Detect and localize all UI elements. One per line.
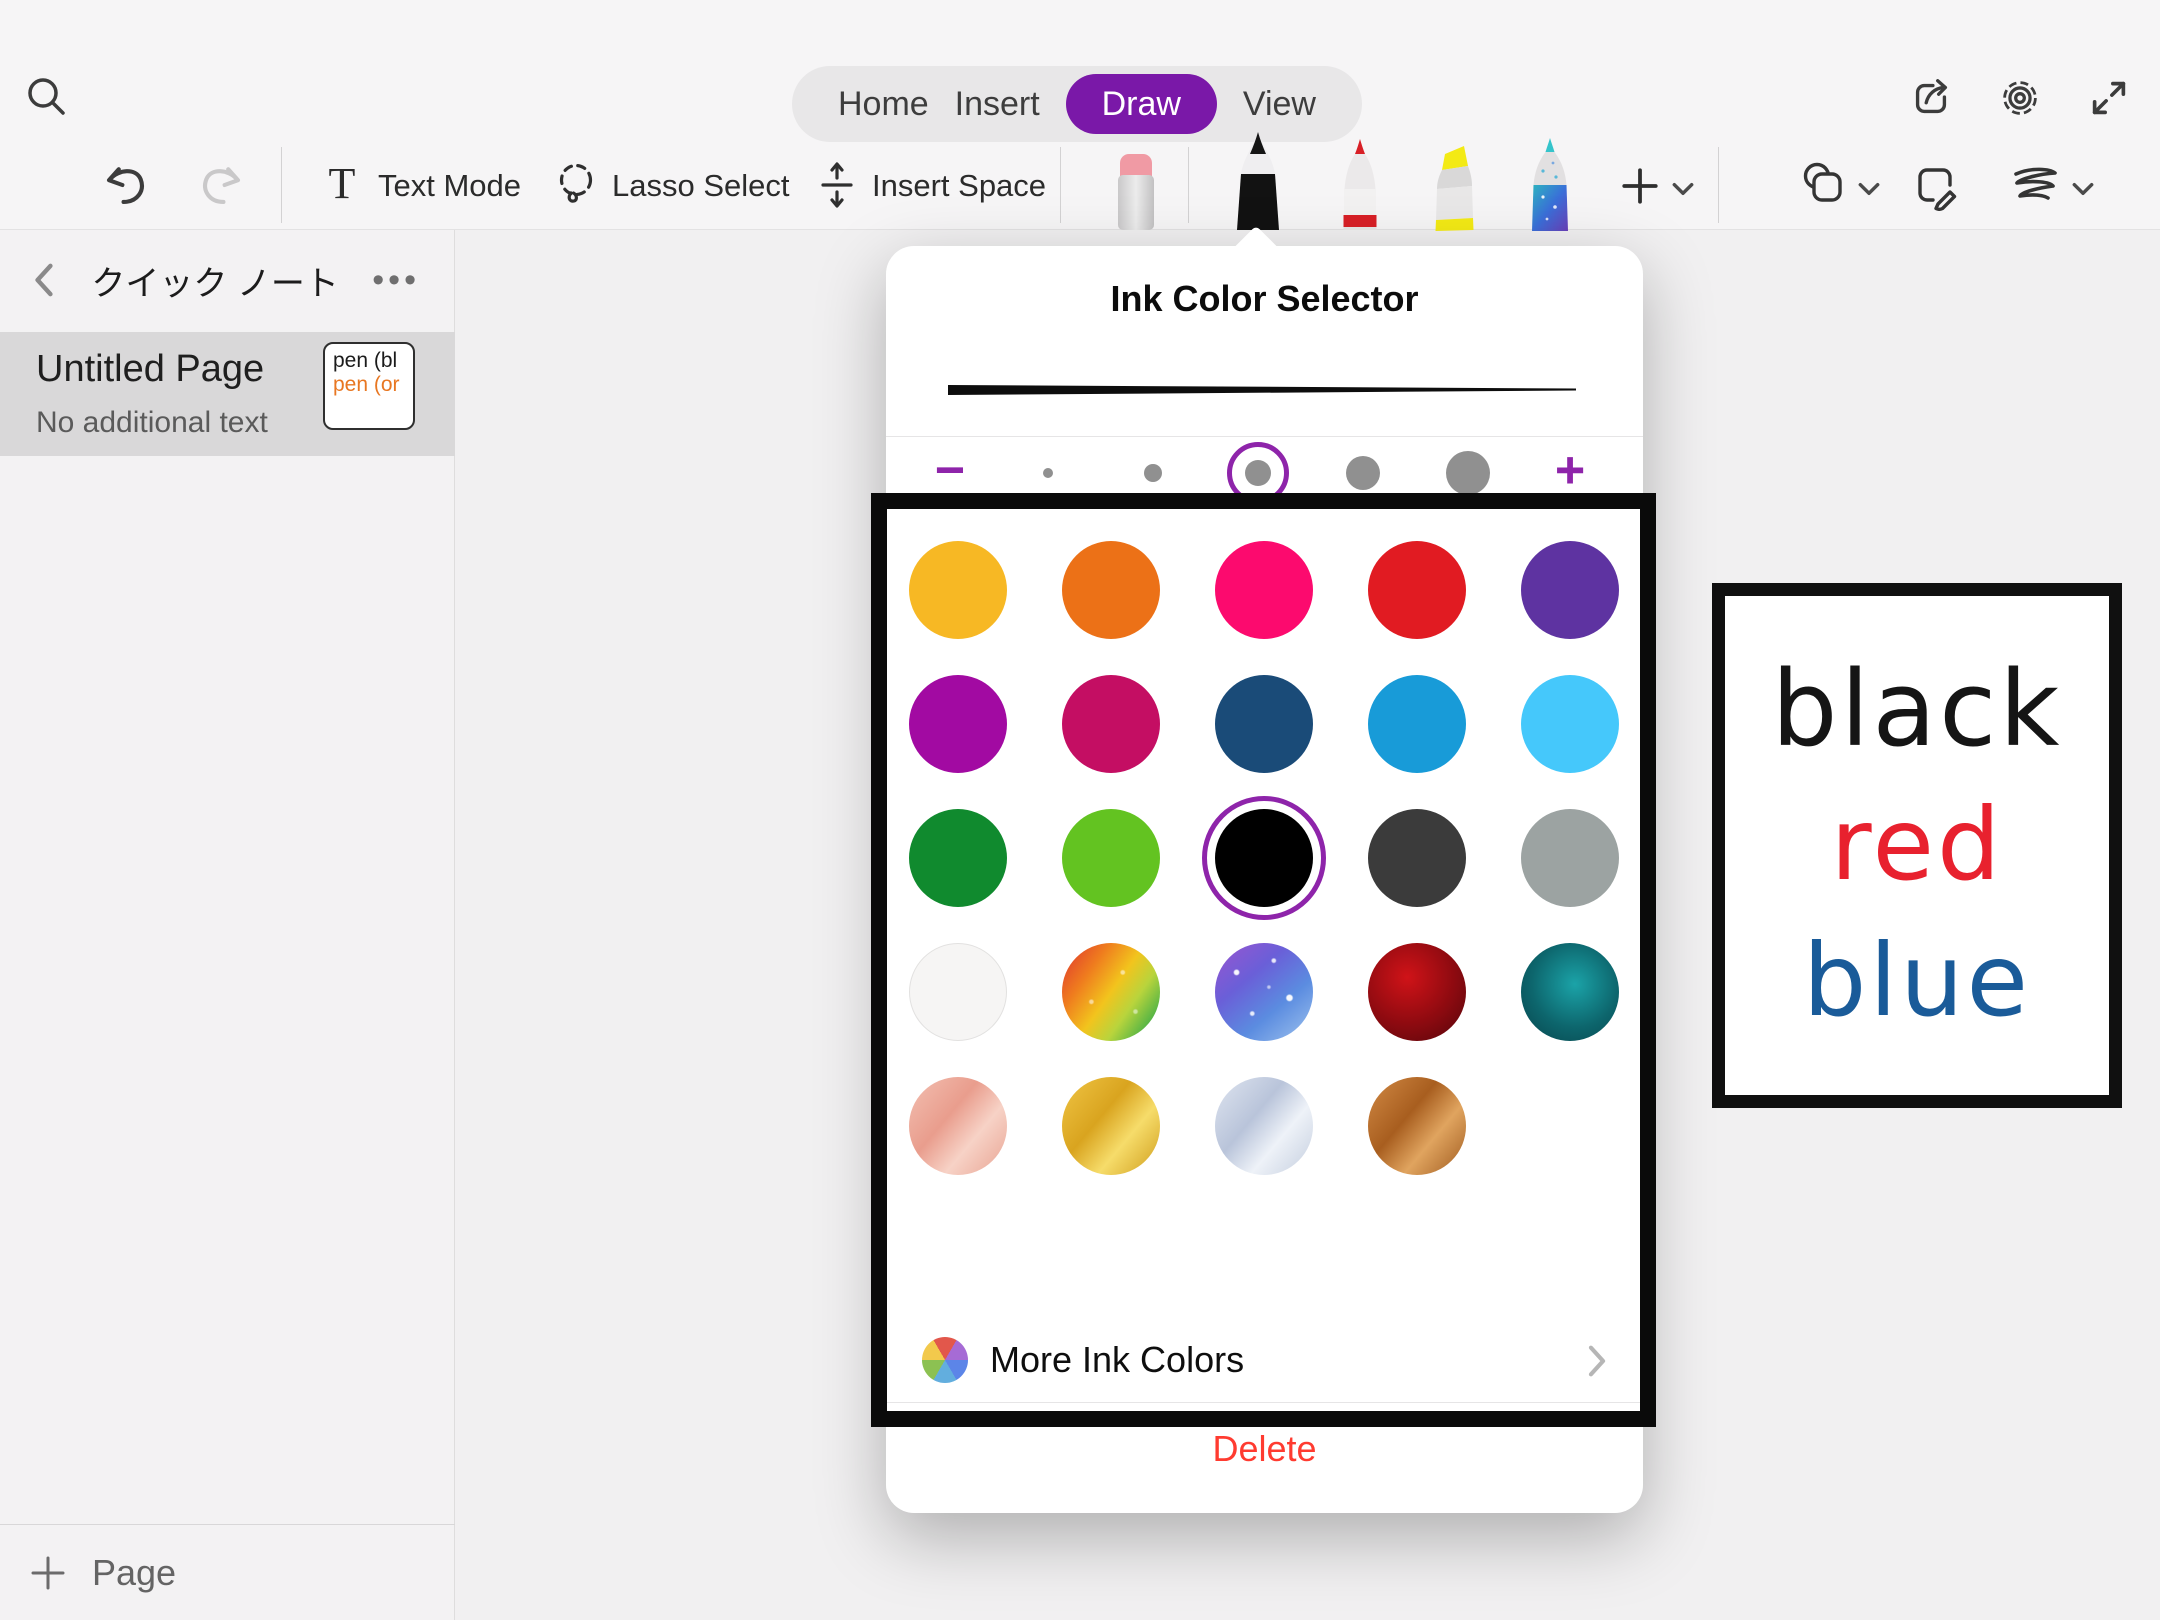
stroke-preview: [948, 384, 1576, 398]
handwriting-box: black red blue: [1712, 583, 2122, 1108]
color-swatch-light-blue[interactable]: [1521, 675, 1619, 773]
color-swatch-magenta[interactable]: [909, 675, 1007, 773]
more-ink-colors-button[interactable]: More Ink Colors: [886, 1324, 1643, 1396]
app-chrome: Home Insert Draw View T Text Mode Lasso …: [0, 0, 2160, 230]
sidebar-header: クイック ノート •••: [0, 230, 454, 330]
color-swatch-silver[interactable]: [1215, 1077, 1313, 1175]
plus-icon: [28, 1553, 68, 1593]
stroke-size-dot-2[interactable]: [1144, 464, 1162, 482]
color-swatch-raspberry[interactable]: [1062, 675, 1160, 773]
color-swatch-rose-gold[interactable]: [909, 1077, 1007, 1175]
insert-space-icon[interactable]: [815, 160, 859, 210]
add-page-button[interactable]: Page: [0, 1524, 455, 1620]
chevron-right-icon: [1585, 1344, 1609, 1383]
color-swatch-galaxy[interactable]: [1215, 943, 1313, 1041]
black-pen-tool[interactable]: [1226, 130, 1290, 230]
color-swatch-marigold[interactable]: [909, 541, 1007, 639]
color-swatch-purple[interactable]: [1521, 541, 1619, 639]
chevron-down-icon[interactable]: [1670, 178, 1696, 200]
text-mode-button[interactable]: Text Mode: [378, 168, 521, 204]
stroke-size-decrease-button[interactable]: −: [935, 441, 965, 501]
settings-gear-icon[interactable]: [1997, 75, 2043, 121]
toolbar-divider: [1060, 147, 1061, 223]
toolbar-divider: [1718, 147, 1719, 223]
color-swatch-green[interactable]: [909, 809, 1007, 907]
color-swatch-black[interactable]: [1215, 809, 1313, 907]
divider: [886, 1402, 1643, 1403]
tab-draw[interactable]: Draw: [1066, 74, 1217, 134]
galaxy-pencil-tool[interactable]: [1523, 135, 1577, 231]
red-pen-tool[interactable]: [1334, 136, 1386, 230]
color-swatch-gray[interactable]: [1521, 809, 1619, 907]
color-swatch-pink[interactable]: [1215, 541, 1313, 639]
chevron-down-icon[interactable]: [1856, 178, 1882, 200]
color-swatch-dark-blue[interactable]: [1215, 675, 1313, 773]
yellow-highlighter-tool[interactable]: [1420, 139, 1486, 231]
stroke-size-dot-5[interactable]: [1446, 451, 1490, 495]
stroke-size-dot-1[interactable]: [1043, 468, 1053, 478]
free-draw-icon[interactable]: [2010, 163, 2060, 209]
page-item-subtitle: No additional text: [36, 406, 268, 440]
delete-pen-button[interactable]: Delete: [886, 1428, 1643, 1470]
chevron-down-icon[interactable]: [2070, 178, 2096, 200]
color-swatch-light-green[interactable]: [1062, 809, 1160, 907]
insert-space-button[interactable]: Insert Space: [872, 168, 1046, 204]
color-swatch-blue[interactable]: [1368, 675, 1466, 773]
color-swatch-bronze[interactable]: [1368, 1077, 1466, 1175]
notebook-title: クイック ノート: [58, 256, 372, 305]
color-swatch-gold[interactable]: [1062, 1077, 1160, 1175]
page-list-item[interactable]: Untitled Page No additional text pen (bl…: [0, 332, 455, 456]
page-list-sidebar: クイック ノート ••• Untitled Page No additional…: [0, 230, 455, 1620]
back-chevron-icon[interactable]: [30, 262, 58, 298]
page-item-title: Untitled Page: [36, 348, 264, 391]
stroke-size-dot-4[interactable]: [1346, 456, 1380, 490]
tab-home[interactable]: Home: [838, 85, 929, 124]
color-swatch-red[interactable]: [1368, 541, 1466, 639]
color-wheel-icon: [922, 1337, 968, 1383]
size-dot-row: − +: [886, 437, 1643, 509]
toolbar-divider: [281, 147, 282, 223]
search-icon[interactable]: [22, 73, 70, 121]
text-mode-icon[interactable]: T: [320, 160, 364, 208]
expand-icon[interactable]: [2086, 75, 2132, 121]
popup-title: Ink Color Selector: [886, 278, 1643, 320]
color-swatch-rainbow-glitter[interactable]: [1062, 943, 1160, 1041]
color-swatch-red-marble[interactable]: [1368, 943, 1466, 1041]
handwritten-word-blue: blue: [1725, 922, 2109, 1039]
page-thumbnail: pen (bl pen (or: [323, 342, 415, 430]
add-page-label: Page: [92, 1552, 176, 1594]
color-swatch-teal-ocean[interactable]: [1521, 943, 1619, 1041]
handwritten-word-red: red: [1725, 786, 2109, 903]
tab-view[interactable]: View: [1243, 85, 1316, 124]
thumbnail-text-1: pen (bl: [333, 349, 397, 372]
eraser-tool[interactable]: [1106, 146, 1166, 230]
lasso-select-button[interactable]: Lasso Select: [612, 168, 790, 204]
ink-annotation-icon[interactable]: [1912, 161, 1962, 211]
color-grid: [909, 541, 1619, 1175]
more-ink-colors-label: More Ink Colors: [990, 1339, 1244, 1381]
handwritten-word-black: black: [1725, 648, 2109, 770]
tab-insert[interactable]: Insert: [955, 85, 1040, 124]
toolbar-divider: [1188, 147, 1189, 223]
undo-button[interactable]: [103, 163, 149, 207]
lasso-select-icon[interactable]: [552, 160, 600, 210]
selected-size-ring: [1227, 442, 1289, 504]
color-swatch-orange[interactable]: [1062, 541, 1160, 639]
redo-button[interactable]: [198, 163, 244, 207]
thumbnail-text-2: pen (or: [333, 373, 400, 396]
stroke-size-increase-button[interactable]: +: [1555, 441, 1585, 501]
shapes-tool-icon[interactable]: [1800, 161, 1850, 211]
add-pen-button[interactable]: [1619, 165, 1661, 207]
color-swatch-white[interactable]: [909, 943, 1007, 1041]
color-swatch-dark-gray[interactable]: [1368, 809, 1466, 907]
ink-color-selector-popup: Ink Color Selector − + More Ink Colors D…: [886, 246, 1643, 1513]
svg-text:T: T: [329, 160, 356, 208]
more-options-icon[interactable]: •••: [372, 261, 420, 300]
share-icon[interactable]: [1908, 75, 1954, 121]
